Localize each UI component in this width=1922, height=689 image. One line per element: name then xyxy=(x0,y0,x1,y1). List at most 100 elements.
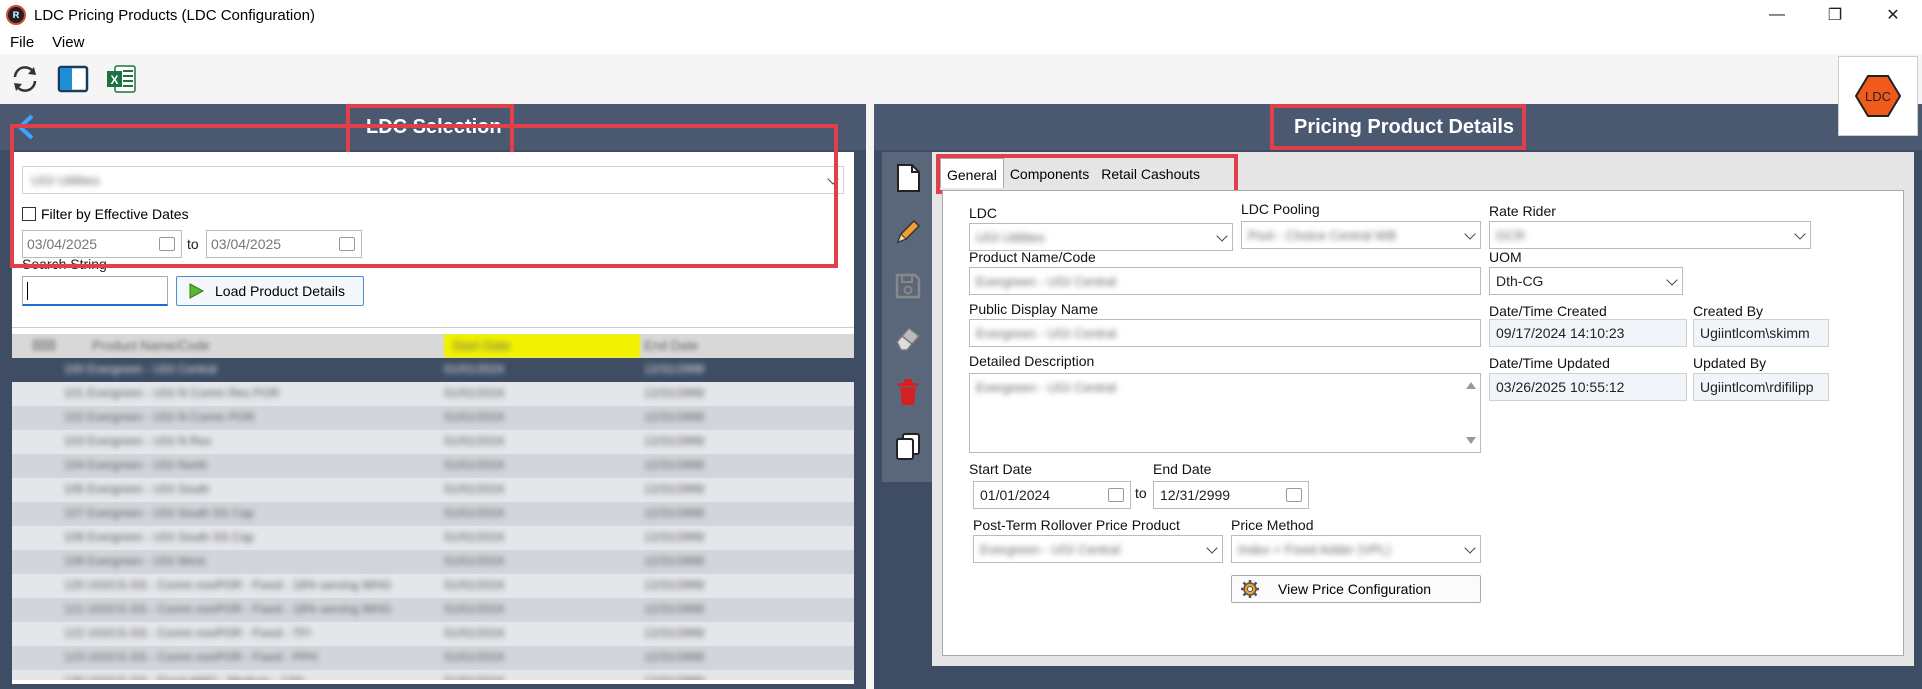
rollover-label: Post-Term Rollover Price Product xyxy=(973,517,1180,533)
price-method-select[interactable]: Index + Fixed Adder (VPL) xyxy=(1231,535,1481,563)
table-cell: 12/31/2999 xyxy=(644,458,705,472)
table-row[interactable]: 122 UGICG-SS - Comm nonPOR - Fixed - TFI… xyxy=(12,622,854,646)
menu-bar: File View xyxy=(0,30,1922,54)
grid-header-selector xyxy=(32,339,56,351)
created-by-value: Ugiintlcom\skimm xyxy=(1700,325,1810,341)
table-cell: 103 Evergreen - UGI N Res xyxy=(64,434,212,448)
menu-file[interactable]: File xyxy=(0,34,42,51)
detailed-description-textarea[interactable]: Evergreen - UGI Central xyxy=(969,373,1481,453)
window-title: LDC Pricing Products (LDC Configuration) xyxy=(34,6,315,24)
table-cell: 121 UGICG-SS - Comm nonPOR - Fixed - 18%… xyxy=(64,602,392,616)
delete-button[interactable] xyxy=(888,372,928,412)
uom-value: Dth-CG xyxy=(1496,273,1544,289)
scroll-down-icon[interactable] xyxy=(1466,437,1476,444)
start-date-input[interactable]: 01/01/2024 xyxy=(973,481,1131,509)
edit-button[interactable] xyxy=(888,212,928,252)
text-caret xyxy=(27,282,28,300)
ldc-select[interactable]: UGI Utilities xyxy=(969,223,1233,251)
table-row[interactable]: 105 Evergreen - UGI South 01/01/2024 12/31… xyxy=(12,478,854,502)
table-cell: 12/31/2999 xyxy=(644,386,705,400)
grid-header-row: Product Name/Code Start Date End Date xyxy=(12,334,854,358)
table-cell: 01/01/2024 xyxy=(444,482,505,496)
pricing-product-panel: Pricing Product Details General Componen… xyxy=(874,104,1922,689)
created-value: 09/17/2024 14:10:23 xyxy=(1496,325,1625,341)
table-row[interactable]: 100 Evergreen - UGI Central 01/01/2024 12/… xyxy=(12,358,854,382)
table-cell: 100 Evergreen - UGI Central xyxy=(64,362,217,376)
layout-toggle-button[interactable] xyxy=(56,62,90,96)
public-display-input[interactable]: Evergreen - UGI Central xyxy=(969,319,1481,347)
maximize-button[interactable]: ❐ xyxy=(1806,0,1864,30)
updated-value: 03/26/2025 10:55:12 xyxy=(1496,379,1625,395)
uom-label: UOM xyxy=(1489,249,1522,265)
rollover-value: Evergreen - UGI Central xyxy=(980,542,1121,557)
product-name-input[interactable]: Evergreen - UGI Central xyxy=(969,267,1481,295)
grid-header-product[interactable]: Product Name/Code xyxy=(92,338,210,353)
table-cell: 01/01/2024 xyxy=(444,674,504,680)
table-row[interactable]: 123 UGICG-SS - Comm nonPOR - Fixed - PPH… xyxy=(12,646,854,670)
price-method-label: Price Method xyxy=(1231,517,1314,533)
table-cell: 12/31/2999 xyxy=(644,506,705,520)
copy-button[interactable] xyxy=(888,426,928,466)
updated-by-field: Ugiintlcom\rdifilipp xyxy=(1693,373,1829,401)
table-cell: 105 Evergreen - UGI South xyxy=(64,482,210,496)
grid-header-end[interactable]: End Date xyxy=(644,338,698,353)
table-row[interactable]: 109 Evergreen - UGI West 01/01/2024 12/31/… xyxy=(12,550,854,574)
table-cell: 01/01/2024 xyxy=(444,650,505,664)
rate-rider-select[interactable]: GCR xyxy=(1489,221,1811,249)
calendar-icon[interactable] xyxy=(1108,488,1124,502)
table-cell: 101 Evergreen - UGI N Comm Res POR xyxy=(64,386,280,400)
highlight-filter-area xyxy=(10,124,838,268)
table-row[interactable]: 103 Evergreen - UGI N Res 01/01/2024 12/31… xyxy=(12,430,854,454)
product-name-label: Product Name/Code xyxy=(969,249,1096,265)
load-product-details-button[interactable]: Load Product Details xyxy=(176,276,364,306)
ldc-pooling-label: LDC Pooling xyxy=(1241,201,1320,217)
minimize-button[interactable]: — xyxy=(1748,0,1806,30)
table-cell: 12/31/2999 xyxy=(644,434,705,448)
close-button[interactable]: ✕ xyxy=(1864,0,1922,30)
general-tab-content: LDC UGI Utilities LDC Pooling Pool - Cho… xyxy=(942,190,1904,656)
table-row[interactable]: 107 Evergreen - UGI South SS Cap 01/01/20… xyxy=(12,502,854,526)
table-cell: 104 Evergreen - UGI North xyxy=(64,458,208,472)
detailed-description-label: Detailed Description xyxy=(969,353,1095,369)
edit-pencil-icon xyxy=(896,219,921,244)
table-row[interactable]: 120 UGICG-SS - Comm nonPOR - Fixed - 18%… xyxy=(12,574,854,598)
uom-select[interactable]: Dth-CG xyxy=(1489,267,1683,295)
save-disk-icon xyxy=(895,273,921,299)
ldc-selection-panel: LDC Selection UGI Utilities Filter by Ef… xyxy=(0,104,866,689)
table-row[interactable]: 130 UGICG-SS - Fixed AMO - Medium - 12% 0… xyxy=(12,670,854,680)
table-row[interactable]: 108 Evergreen - UGI South SS Cap 01/01/20… xyxy=(12,526,854,550)
scroll-up-icon[interactable] xyxy=(1466,382,1476,389)
product-grid[interactable]: Product Name/Code Start Date End Date 10… xyxy=(12,334,854,680)
created-by-field: Ugiintlcom\skimm xyxy=(1693,319,1829,347)
search-input[interactable] xyxy=(22,276,168,306)
export-excel-button[interactable]: X xyxy=(104,62,138,96)
delete-trash-icon xyxy=(898,379,918,405)
grid-header-start[interactable]: Start Date xyxy=(444,334,640,358)
table-cell: 122 UGICG-SS - Comm nonPOR - Fixed - TFI xyxy=(64,626,311,640)
end-date-input[interactable]: 12/31/2999 xyxy=(1153,481,1309,509)
save-button[interactable] xyxy=(888,266,928,306)
table-row[interactable]: 104 Evergreen - UGI North 01/01/2024 12/31… xyxy=(12,454,854,478)
table-row[interactable]: 102 Evergreen - UGI N Comm POR 01/01/2024… xyxy=(12,406,854,430)
table-row[interactable]: 121 UGICG-SS - Comm nonPOR - Fixed - 18%… xyxy=(12,598,854,622)
clear-button[interactable] xyxy=(888,318,928,358)
ldc-select-value: UGI Utilities xyxy=(976,230,1045,245)
menu-view[interactable]: View xyxy=(42,34,92,51)
table-cell: 12/31/2999 xyxy=(644,602,705,616)
price-method-value: Index + Fixed Adder (VPL) xyxy=(1238,542,1391,557)
app-logo-icon: R xyxy=(6,5,26,25)
new-button[interactable] xyxy=(888,158,928,198)
refresh-button[interactable] xyxy=(8,62,42,96)
ldc-pooling-select[interactable]: Pool - Choice Central WB xyxy=(1241,221,1481,249)
rollover-select[interactable]: Evergreen - UGI Central xyxy=(973,535,1223,563)
view-price-configuration-button[interactable]: View Price Configuration xyxy=(1231,575,1481,603)
calendar-icon[interactable] xyxy=(1286,488,1302,502)
updated-by-label: Updated By xyxy=(1693,355,1767,371)
chevron-down-icon xyxy=(1464,542,1476,554)
table-cell: 12/31/2999 xyxy=(644,578,705,592)
table-row[interactable]: 101 Evergreen - UGI N Comm Res POR 01/01/… xyxy=(12,382,854,406)
public-display-value: Evergreen - UGI Central xyxy=(976,326,1117,341)
table-cell: 120 UGICG-SS - Comm nonPOR - Fixed - 18%… xyxy=(64,578,392,592)
table-cell: 01/01/2024 xyxy=(444,362,505,376)
table-cell: 109 Evergreen - UGI West xyxy=(64,554,206,568)
